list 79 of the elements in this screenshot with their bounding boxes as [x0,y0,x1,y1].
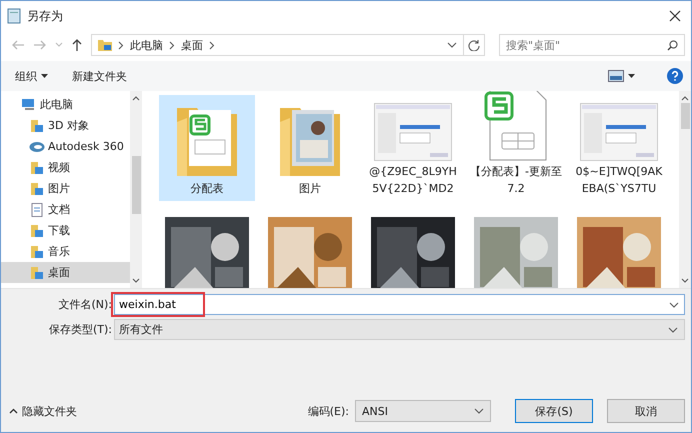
cancel-button[interactable]: 取消 [607,399,685,423]
scrollbar[interactable] [679,91,691,288]
caret-up-icon [9,408,18,414]
dropdown-caret-icon [668,326,678,332]
document-icon [29,202,45,216]
dropdown-value: 所有文件 [119,322,164,337]
field-label: 文件名(N): [57,297,113,312]
file-type-dropdown[interactable]: 所有文件 [114,319,685,340]
sidebar-item[interactable]: 3D 对象 [1,115,130,136]
sidebar-item[interactable]: 此电脑 [1,94,130,115]
sidebar-item[interactable]: 音乐 [1,241,130,262]
sidebar-item[interactable]: Autodesk 360 [1,136,130,157]
file-item[interactable]: 0$~E]TWQ[9AKEBA(S`YS7TU [571,95,667,201]
folder-icon [29,118,45,132]
sidebar-item[interactable]: 文档 [1,199,130,220]
cloud-icon [29,140,45,152]
file-item[interactable]: 【分配表】-更新至7.2 [468,95,564,201]
sidebar-label: 图片 [48,181,70,196]
scrollbar[interactable] [130,91,142,288]
sidebar-label: 文档 [48,202,70,217]
scroll-thumb[interactable] [132,156,140,214]
chevron-icon[interactable] [118,40,124,50]
notepad-icon [7,8,21,24]
sidebar-item[interactable]: 桌面 [1,262,130,283]
screenshot-thumbnail-icon [374,103,452,161]
scroll-thumb[interactable] [680,103,690,129]
breadcrumb-item[interactable]: 桌面 [181,38,203,52]
view-icon [608,70,624,82]
refresh-icon [468,39,480,51]
dropdown-value: ANSI [362,404,388,418]
dropdown-caret-icon [474,408,484,414]
folder-icon [98,39,112,51]
search-icon[interactable] [667,40,678,51]
sidebar-item[interactable]: 图片 [1,178,130,199]
computer-icon [21,98,37,111]
new-folder-button[interactable]: 新建文件夹 [66,66,133,86]
dropdown-caret-icon[interactable] [447,42,457,48]
scroll-up-icon[interactable] [681,96,689,101]
sidebar-item[interactable]: 下载 [1,220,130,241]
search-field[interactable]: 搜索"桌面" [499,34,685,56]
sidebar-label: 视频 [48,160,70,175]
file-item[interactable]: 分配表 [159,95,255,201]
folder-icon [29,160,45,174]
folder-icon [29,266,45,280]
scroll-down-icon[interactable] [681,278,689,283]
sidebar-label: 桌面 [48,265,70,280]
sidebar-label: 音乐 [48,244,70,259]
breadcrumb-item[interactable]: 此电脑 [130,38,163,52]
window-title: 另存为 [27,8,63,24]
dropdown-caret-icon[interactable] [669,302,679,308]
scroll-up-icon[interactable] [132,96,140,101]
file-item[interactable]: 图片 [262,95,358,201]
chevron-icon[interactable] [169,40,175,50]
address-bar[interactable]: 此电脑 桌面 [91,34,464,56]
save-button[interactable]: 保存(S) [515,399,593,423]
caret-icon [41,74,48,78]
up-arrow-icon[interactable] [71,38,83,52]
organize-button[interactable]: 组织 [9,66,54,86]
chevron-icon[interactable] [209,40,215,50]
sidebar-label: 下载 [48,223,70,238]
file-item[interactable]: @{Z9EC_8L9YH5V{22D}`MD2 [365,95,461,201]
encoding-label: 编码(E): [308,404,349,418]
screenshot-thumbnail-icon [580,103,658,161]
sidebar-label: 此电脑 [40,97,73,112]
encoding-dropdown[interactable]: ANSI [355,400,491,422]
field-label: 保存类型(T): [48,322,113,337]
refresh-button[interactable] [463,34,485,56]
scroll-down-icon[interactable] [132,278,140,283]
sidebar-item[interactable]: 视频 [1,157,130,178]
caret-icon [628,74,635,78]
folder-icon [29,182,45,196]
sidebar-label: Autodesk 360 [48,140,124,153]
help-icon[interactable] [667,68,683,84]
filename-field[interactable]: weixin.bat [114,294,685,315]
sidebar-label: 3D 对象 [48,118,89,133]
folder-icon [29,224,45,238]
folder-icon [29,244,45,258]
hide-folders-button[interactable]: 隐藏文件夹 [1,400,83,422]
close-icon[interactable] [669,10,681,22]
